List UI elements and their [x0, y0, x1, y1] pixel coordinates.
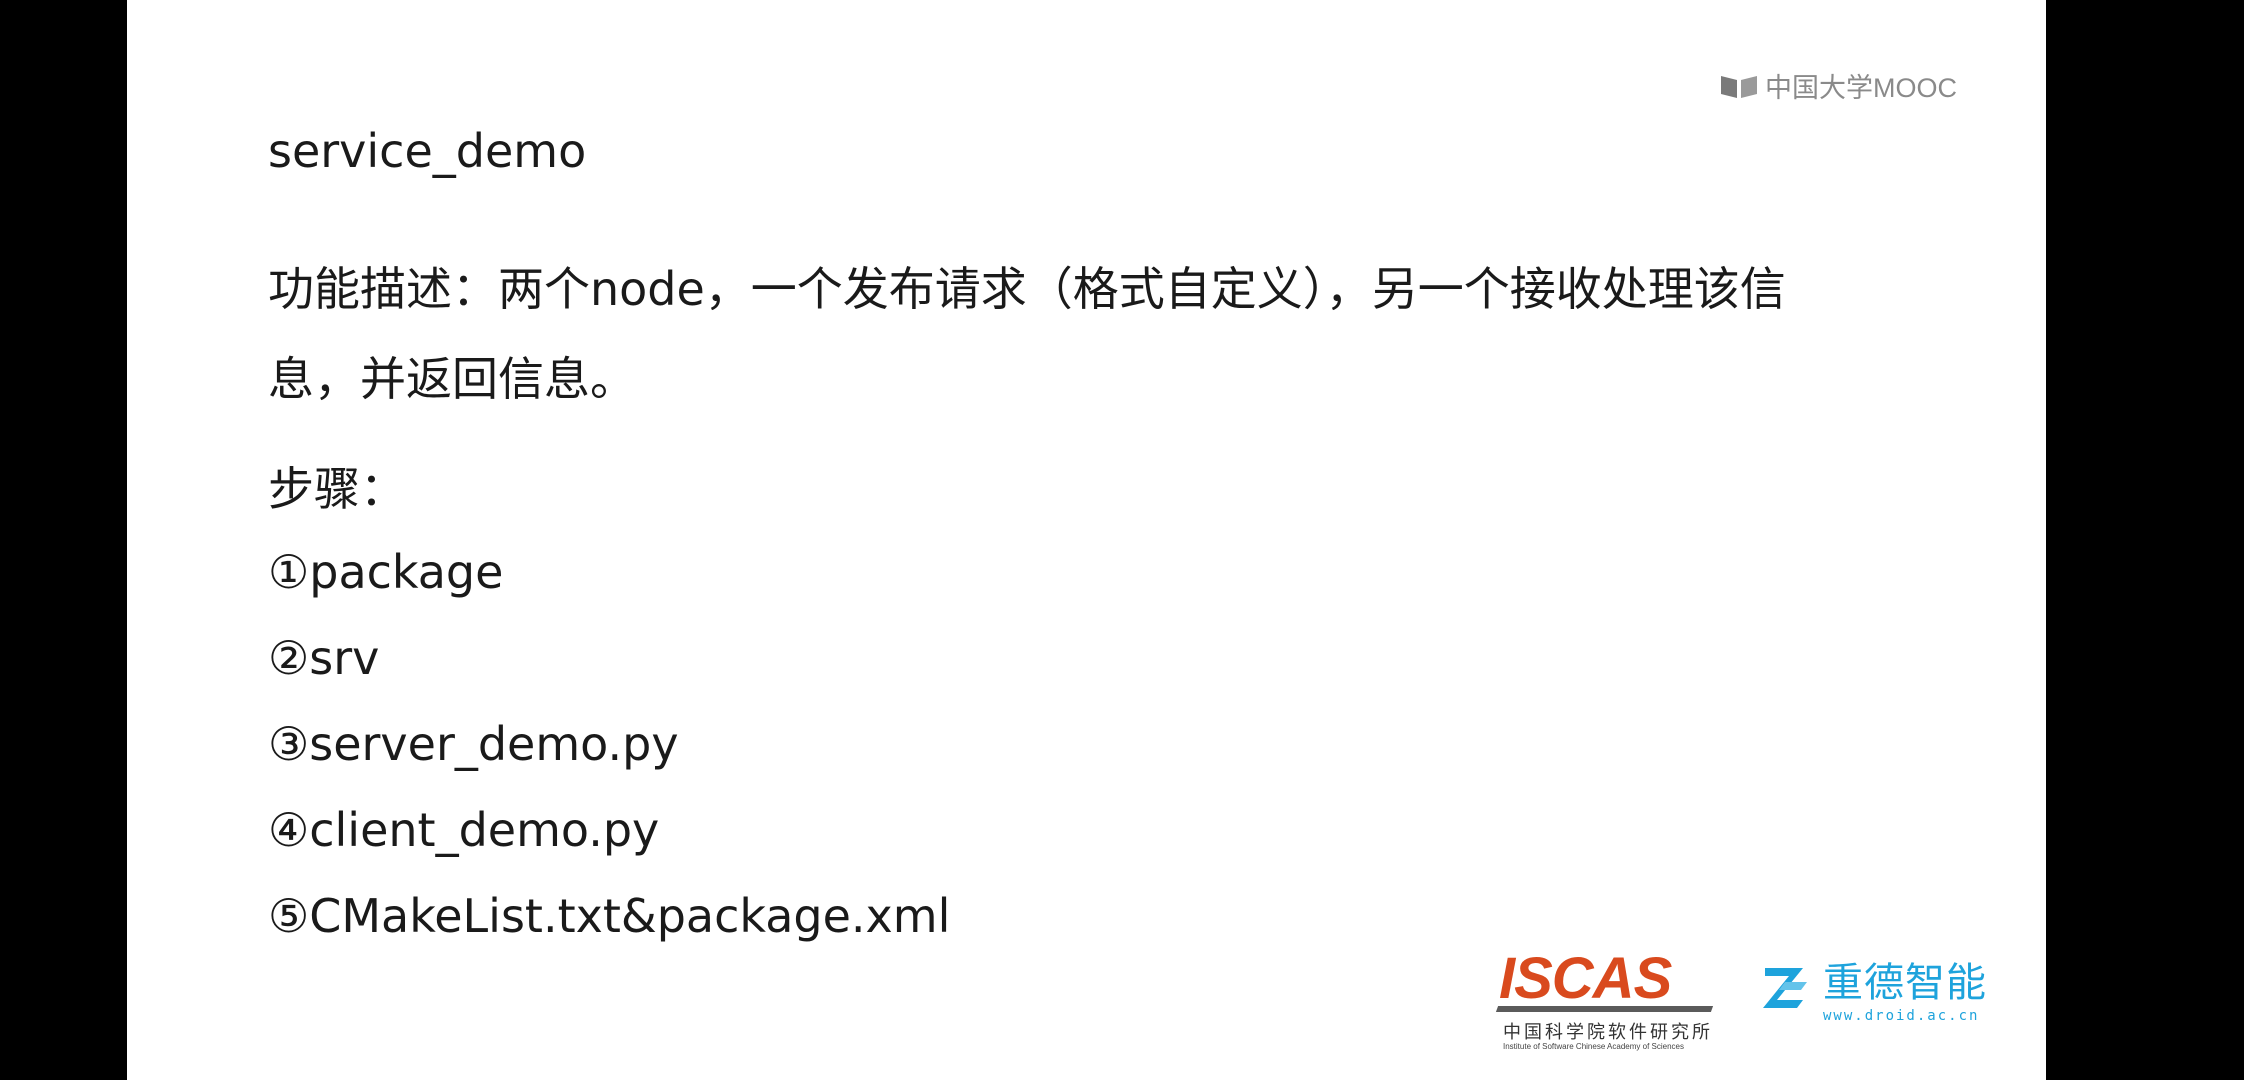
book-icon — [1721, 75, 1757, 98]
steps-list: ①package ②srv ③server_demo.py ④client_de… — [268, 543, 950, 973]
iscas-wordmark: ISCAS — [1499, 946, 1672, 1011]
zhongde-mark-icon — [1763, 968, 1807, 1008]
iscas-underline — [1495, 1006, 1714, 1012]
zhongde-name: 重德智能 — [1823, 960, 1987, 1006]
steps-label: 步骤： — [268, 462, 406, 516]
mooc-logo-text: 中国大学MOOC — [1765, 73, 1957, 103]
video-frame: 中国大学MOOC service_demo 功能描述：两个node，一个发布请求… — [0, 0, 2244, 1080]
step-srv: ②srv — [268, 631, 380, 685]
zhongde-logo: 重德智能 www.droid.ac.cn — [1757, 960, 1987, 1024]
description-line: 功能描述：两个node，一个发布请求（格式自定义），另一个接收处理该信 — [268, 262, 1786, 316]
function-description: 功能描述：两个node，一个发布请求（格式自定义），另一个接收处理该信 息，并返… — [268, 244, 2018, 424]
iscas-chinese-name: 中国科学院软件研究所 — [1503, 1022, 1713, 1043]
slide: 中国大学MOOC service_demo 功能描述：两个node，一个发布请求… — [127, 0, 2046, 1080]
iscas-logo: ISCAS 中国科学院软件研究所 Institute of Software C… — [1495, 946, 1717, 1058]
step-cmake-package: ⑤CMakeList.txt&package.xml — [268, 889, 951, 943]
iscas-english-name: Institute of Software Chinese Academy of… — [1503, 1042, 1684, 1051]
mooc-logo: 中国大学MOOC — [1719, 66, 1957, 105]
step-package: ①package — [268, 545, 504, 599]
step-client-demo: ④client_demo.py — [268, 803, 660, 857]
slide-title: service_demo — [268, 124, 587, 178]
step-server-demo: ③server_demo.py — [268, 717, 679, 771]
description-line: 息，并返回信息。 — [268, 352, 636, 406]
zhongde-url: www.droid.ac.cn — [1823, 1008, 1980, 1024]
